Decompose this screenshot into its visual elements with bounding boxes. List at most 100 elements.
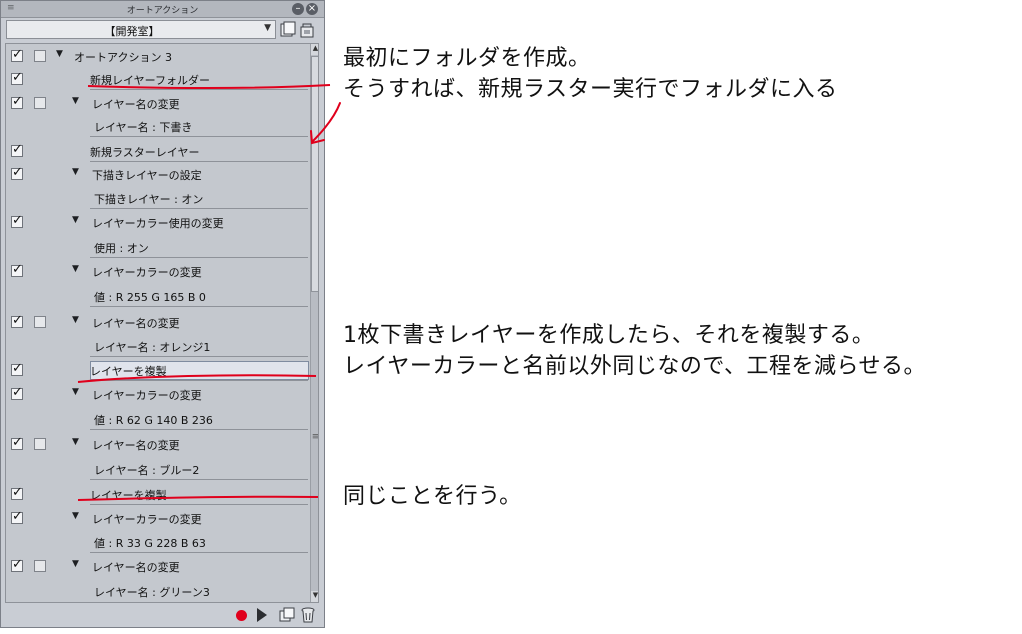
action-row[interactable]: ▼ レイヤー名の変更 xyxy=(6,310,306,332)
expand-triangle-icon[interactable]: ▼ xyxy=(56,49,63,59)
enable-checkbox[interactable] xyxy=(11,70,23,85)
action-set-select[interactable]: 【開発室】 ▼ xyxy=(6,20,276,39)
scroll-grip-icon[interactable]: ≡ xyxy=(311,432,318,442)
action-row[interactable]: 値 : R 255 G 165 B 0 xyxy=(6,284,308,307)
expand-triangle-icon[interactable]: ▼ xyxy=(72,511,79,521)
list-scrollbar[interactable]: ▲ ≡ ▼ xyxy=(310,44,318,602)
row-separator xyxy=(90,552,308,553)
enable-checkbox[interactable] xyxy=(11,385,23,400)
action-label: レイヤー名 : ブルー2 xyxy=(94,464,200,477)
panel-title: オートアクション xyxy=(126,6,199,16)
enable-checkbox[interactable] xyxy=(11,313,23,328)
action-row[interactable]: レイヤー名 : ブルー2 xyxy=(6,457,308,480)
panel-titlebar[interactable]: ≡ オートアクション – × xyxy=(1,1,324,18)
action-label: 使用 : オン xyxy=(94,242,149,255)
action-set-value: 【開発室】 xyxy=(104,25,160,38)
expand-triangle-icon[interactable]: ▼ xyxy=(72,167,79,177)
play-icon[interactable] xyxy=(257,608,267,622)
action-row[interactable]: レイヤー名 : 下書き xyxy=(6,114,308,137)
row-separator xyxy=(90,479,308,480)
scroll-down-icon[interactable]: ▼ xyxy=(311,591,318,602)
action-label: 値 : R 255 G 165 B 0 xyxy=(94,291,206,304)
action-row[interactable]: ▼ レイヤー名の変更 xyxy=(6,554,306,576)
expand-triangle-icon[interactable]: ▼ xyxy=(72,264,79,274)
action-label: オートアクション 3 xyxy=(74,51,172,64)
action-row[interactable]: 下描きレイヤー : オン xyxy=(6,186,308,209)
panel-toolbar: 【開発室】 ▼ xyxy=(1,18,324,43)
note-duplicate-layer: 1枚下書きレイヤーを作成したら、それを複製する。 レイヤーカラーと名前以外同じな… xyxy=(343,320,926,382)
action-row[interactable]: ▼ レイヤーカラーの変更 xyxy=(6,259,306,281)
note-3-line-1: 同じことを行う。 xyxy=(343,484,522,509)
set-settings-icon[interactable] xyxy=(299,21,315,38)
dialog-toggle[interactable] xyxy=(34,50,46,62)
dialog-toggle[interactable] xyxy=(34,438,46,450)
action-row[interactable]: ▼ レイヤー名の変更 xyxy=(6,91,306,113)
enable-checkbox[interactable] xyxy=(11,47,23,62)
action-row[interactable]: ▼ オートアクション 3 xyxy=(6,44,306,66)
action-row[interactable]: レイヤーを複製 xyxy=(6,358,309,381)
action-row[interactable]: ▼ 下描きレイヤーの設定 xyxy=(6,162,306,184)
action-label: 値 : R 33 G 228 B 63 xyxy=(94,537,206,550)
action-label: 新規ラスターレイヤー xyxy=(90,146,200,159)
enable-checkbox[interactable] xyxy=(11,142,23,157)
row-separator xyxy=(90,429,308,430)
row-separator xyxy=(90,89,308,90)
new-set-icon[interactable] xyxy=(280,21,296,38)
action-row[interactable]: 値 : R 33 G 228 B 63 xyxy=(6,530,308,553)
action-row[interactable]: レイヤー名 : グリーン3 xyxy=(6,579,306,601)
action-row[interactable]: ▼ レイヤー名の変更 xyxy=(6,432,306,454)
panel-bottom-toolbar xyxy=(1,603,324,627)
action-row[interactable]: レイヤーを複製 xyxy=(6,482,308,505)
row-separator xyxy=(90,306,308,307)
enable-checkbox[interactable] xyxy=(11,94,23,109)
expand-triangle-icon[interactable]: ▼ xyxy=(72,96,79,106)
enable-checkbox[interactable] xyxy=(11,485,23,500)
note-repeat: 同じことを行う。 xyxy=(343,481,522,512)
close-icon[interactable]: × xyxy=(306,3,318,15)
row-separator xyxy=(90,356,308,357)
dialog-toggle[interactable] xyxy=(34,97,46,109)
action-row[interactable]: 使用 : オン xyxy=(6,235,308,258)
expand-triangle-icon[interactable]: ▼ xyxy=(72,215,79,225)
enable-checkbox[interactable] xyxy=(11,213,23,228)
dialog-toggle[interactable] xyxy=(34,560,46,572)
action-row[interactable]: 値 : R 62 G 140 B 236 xyxy=(6,407,308,430)
action-row[interactable]: 新規レイヤーフォルダー xyxy=(6,67,308,90)
scroll-thumb[interactable] xyxy=(311,56,318,292)
action-row[interactable]: ▼ レイヤーカラー使用の変更 xyxy=(6,210,306,232)
minimize-icon[interactable]: – xyxy=(292,3,304,15)
action-label: レイヤー名の変更 xyxy=(92,439,180,452)
row-separator xyxy=(90,504,308,505)
record-icon[interactable] xyxy=(236,610,247,621)
scroll-up-icon[interactable]: ▲ xyxy=(311,44,318,55)
duplicate-icon[interactable] xyxy=(279,607,295,623)
enable-checkbox[interactable] xyxy=(11,557,23,572)
note-create-folder: 最初にフォルダを作成。 そうすれば、新規ラスター実行でフォルダに入る xyxy=(343,43,838,105)
enable-checkbox[interactable] xyxy=(11,509,23,524)
enable-checkbox[interactable] xyxy=(11,165,23,180)
action-list[interactable]: ▼ オートアクション 3 新規レイヤーフォルダー ▼ レイヤー名の変更レイヤー名 : 下… xyxy=(5,43,319,603)
action-label: レイヤーカラーの変更 xyxy=(92,389,202,402)
expand-triangle-icon[interactable]: ▼ xyxy=(72,437,79,447)
trash-icon[interactable] xyxy=(300,607,316,623)
enable-checkbox[interactable] xyxy=(11,435,23,450)
action-row[interactable]: レイヤー名 : オレンジ1 xyxy=(6,334,308,357)
note-2-line-2: レイヤーカラーと名前以外同じなので、工程を減らせる。 xyxy=(343,354,927,379)
note-1-line-2: そうすれば、新規ラスター実行でフォルダに入る xyxy=(343,77,838,102)
action-label: 下描きレイヤーの設定 xyxy=(92,169,202,182)
action-row[interactable]: 新規ラスターレイヤー xyxy=(6,139,308,162)
row-separator xyxy=(90,208,308,209)
action-row[interactable]: ▼ レイヤーカラーの変更 xyxy=(6,382,306,404)
expand-triangle-icon[interactable]: ▼ xyxy=(72,315,79,325)
enable-checkbox[interactable] xyxy=(11,262,23,277)
expand-triangle-icon[interactable]: ▼ xyxy=(72,559,79,569)
expand-triangle-icon[interactable]: ▼ xyxy=(72,387,79,397)
enable-checkbox[interactable] xyxy=(11,361,23,376)
action-label: 値 : R 62 G 140 B 236 xyxy=(94,414,213,427)
row-separator xyxy=(90,257,308,258)
action-row[interactable]: ▼ レイヤーカラーの変更 xyxy=(6,506,306,528)
action-label: レイヤー名の変更 xyxy=(92,561,180,574)
dialog-toggle[interactable] xyxy=(34,316,46,328)
action-label: 下描きレイヤー : オン xyxy=(94,193,204,206)
row-separator xyxy=(90,380,308,381)
